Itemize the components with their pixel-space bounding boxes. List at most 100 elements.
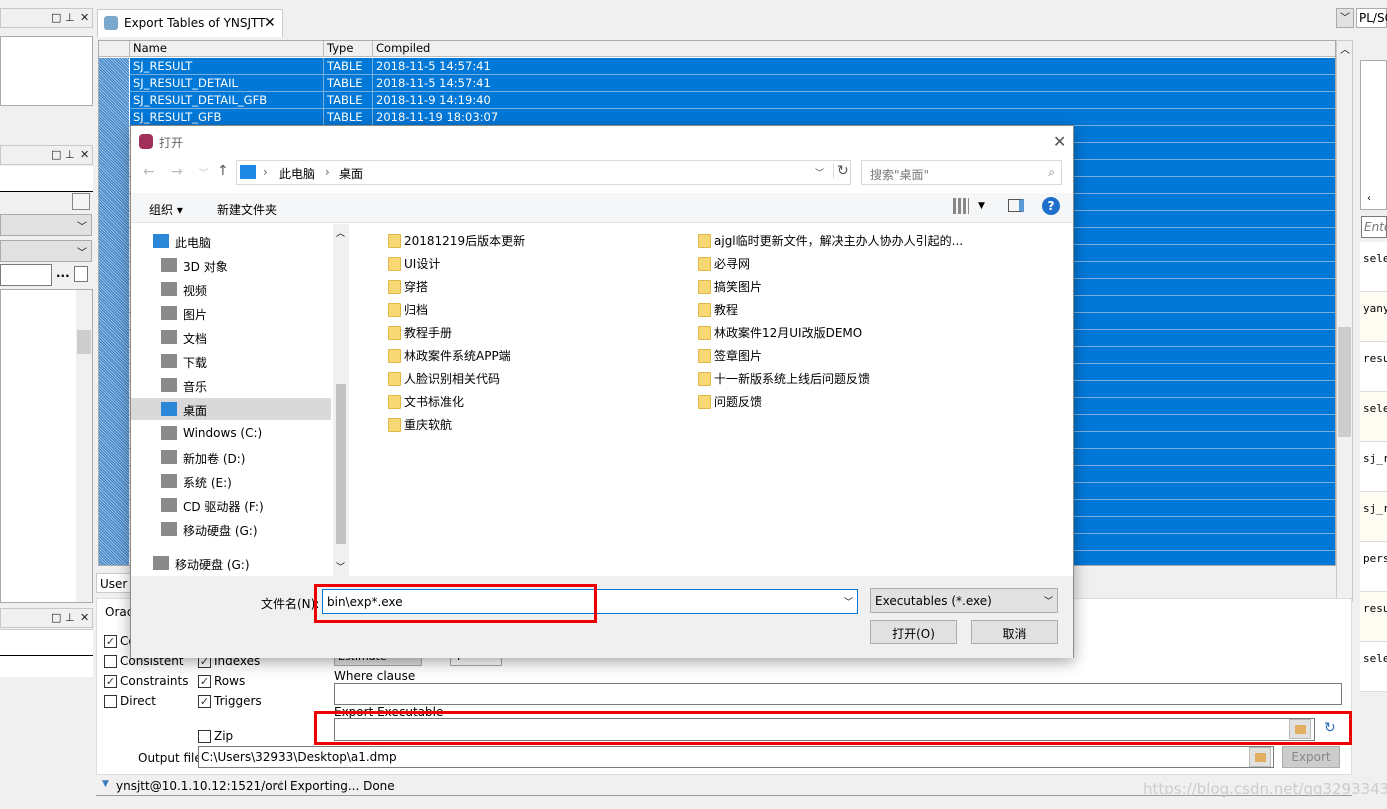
- filter-input[interactable]: [0, 264, 52, 286]
- nav-item[interactable]: 移动硬盘 (G:): [131, 552, 331, 574]
- close-icon[interactable]: ✕: [1053, 132, 1066, 151]
- toggle-button[interactable]: [72, 193, 90, 210]
- checkbox-box[interactable]: [104, 655, 117, 668]
- folder-item[interactable]: 重庆软航: [388, 414, 452, 434]
- caret-down-icon[interactable]: ▼: [102, 779, 109, 789]
- maximize-icon[interactable]: □: [51, 148, 61, 161]
- sql-filter-input[interactable]: Ente: [1361, 216, 1387, 238]
- cell-compiled[interactable]: 2018-11-5 14:57:41: [373, 58, 1335, 74]
- cell-name[interactable]: SJ_RESULT_DETAIL_GFB: [130, 92, 324, 108]
- pin-icon[interactable]: ⊥: [65, 611, 75, 624]
- folder-item[interactable]: 问题反馈: [698, 391, 762, 411]
- nav-item[interactable]: 此电脑: [131, 230, 331, 252]
- dropdown[interactable]: ﹀: [0, 214, 92, 236]
- row-header[interactable]: [99, 58, 129, 75]
- scrollbar[interactable]: [76, 290, 92, 602]
- folder-item[interactable]: 签章图片: [698, 345, 762, 365]
- cell-type[interactable]: TABLE: [324, 92, 373, 108]
- new-icon[interactable]: [74, 266, 88, 282]
- table-row[interactable]: SJ_RESULT_DETAIL_GFB TABLE 2018-11-9 14:19…: [99, 92, 1335, 109]
- row-header[interactable]: [99, 398, 129, 415]
- ellipsis-button[interactable]: ...: [56, 266, 70, 280]
- chevron-down-icon[interactable]: ﹀: [1044, 594, 1053, 607]
- table-row[interactable]: SJ_RESULT TABLE 2018-11-5 14:57:41: [99, 58, 1335, 75]
- row-header[interactable]: [99, 534, 129, 551]
- chevron-left-icon[interactable]: ‹: [1367, 193, 1371, 204]
- nav-scrollbar[interactable]: ︿ ﹀: [333, 224, 349, 576]
- sql-history-item[interactable]: sj_r: [1360, 442, 1387, 492]
- output-file-input[interactable]: C:\Users\32933\Desktop\a1.dmp: [198, 746, 1274, 768]
- folder-item[interactable]: 教程手册: [388, 322, 452, 342]
- breadcrumb-item[interactable]: 此电脑: [279, 165, 315, 182]
- row-header[interactable]: [99, 364, 129, 381]
- nav-item[interactable]: 桌面: [131, 398, 331, 420]
- folder-item[interactable]: 归档: [388, 299, 428, 319]
- folder-item[interactable]: 搞笑图片: [698, 276, 762, 296]
- nav-item[interactable]: 音乐: [131, 374, 331, 396]
- help-icon[interactable]: ?: [1042, 197, 1060, 215]
- sql-history-item[interactable]: yany: [1360, 292, 1387, 342]
- checkbox-box[interactable]: [198, 730, 211, 743]
- nav-item[interactable]: CD 驱动器 (F:): [131, 494, 331, 516]
- tab-export-tables[interactable]: Export Tables of YNSJTT ✕: [97, 9, 283, 37]
- scrollbar-thumb[interactable]: [1338, 327, 1351, 437]
- folder-item[interactable]: 教程: [698, 299, 738, 319]
- row-header[interactable]: [99, 449, 129, 466]
- cell-compiled[interactable]: 2018-11-19 18:03:07: [373, 109, 1335, 125]
- folder-item[interactable]: 20181219后版本更新: [388, 230, 525, 250]
- row-header[interactable]: [99, 177, 129, 194]
- row-header[interactable]: [99, 296, 129, 313]
- sql-history-item[interactable]: resu: [1360, 592, 1387, 642]
- column-header-compiled[interactable]: Compiled: [373, 41, 1335, 57]
- nav-item[interactable]: 视频: [131, 278, 331, 300]
- refresh-icon[interactable]: ↻: [833, 163, 849, 179]
- row-header[interactable]: [99, 432, 129, 449]
- sql-history-item[interactable]: pers: [1360, 542, 1387, 592]
- close-icon[interactable]: ✕: [80, 11, 89, 24]
- row-header[interactable]: [99, 126, 129, 143]
- organize-button[interactable]: 组织 ▾: [149, 201, 183, 218]
- checkbox-box[interactable]: [104, 695, 117, 708]
- export-button[interactable]: Export: [1282, 746, 1340, 768]
- chevron-down-icon[interactable]: ﹀: [199, 166, 208, 179]
- folder-item[interactable]: UI设计: [388, 253, 440, 273]
- checkbox-rows[interactable]: ✓ Rows: [198, 674, 245, 690]
- pin-icon[interactable]: ⊥: [65, 11, 75, 24]
- where-input[interactable]: [334, 683, 1342, 705]
- folder-icon[interactable]: [1249, 747, 1271, 767]
- row-header[interactable]: [99, 500, 129, 517]
- row-header[interactable]: [99, 245, 129, 262]
- checkbox-zip[interactable]: Zip: [198, 729, 233, 745]
- caret-down-icon[interactable]: ▼: [978, 201, 985, 211]
- new-folder-button[interactable]: 新建文件夹: [217, 201, 277, 218]
- close-icon[interactable]: ✕: [80, 611, 89, 624]
- address-bar[interactable]: › 此电脑 › 桌面 ﹀ ↻: [236, 160, 851, 185]
- sql-history-item[interactable]: sele: [1360, 642, 1387, 692]
- checkbox-triggers[interactable]: ✓ Triggers: [198, 694, 262, 710]
- cell-name[interactable]: SJ_RESULT_DETAIL: [130, 75, 324, 91]
- row-header[interactable]: [99, 551, 129, 565]
- nav-item[interactable]: 移动硬盘 (G:): [131, 518, 331, 540]
- folder-item[interactable]: 穿搭: [388, 276, 428, 296]
- close-icon[interactable]: ✕: [80, 148, 89, 161]
- open-button[interactable]: 打开(O): [870, 620, 957, 644]
- right-panel-tab[interactable]: PL/SQ: [1356, 8, 1387, 28]
- cell-name[interactable]: SJ_RESULT: [130, 58, 324, 74]
- close-icon[interactable]: ✕: [264, 15, 276, 31]
- tab-user[interactable]: User: [96, 573, 132, 593]
- row-header[interactable]: [99, 415, 129, 432]
- connection-status[interactable]: ynsjtt@10.1.10.12:1521/orcl: [116, 779, 287, 793]
- row-header[interactable]: [99, 194, 129, 211]
- folder-item[interactable]: 林政案件系统APP端: [388, 345, 511, 365]
- file-list[interactable]: 20181219后版本更新 UI设计 穿搭 归档 教程手册 林政案件系统APP端 人脸识别相…: [351, 224, 1073, 576]
- sql-history-item[interactable]: sele: [1360, 242, 1387, 292]
- nav-item[interactable]: 系统 (E:): [131, 470, 331, 492]
- sql-history-item[interactable]: sj_r: [1360, 492, 1387, 542]
- row-header[interactable]: [99, 517, 129, 534]
- folder-item[interactable]: 十一新版系统上线后问题反馈: [698, 368, 870, 388]
- chevron-down-icon[interactable]: ﹀: [815, 166, 824, 179]
- cell-type[interactable]: TABLE: [324, 58, 373, 74]
- nav-item[interactable]: Windows (C:): [131, 422, 331, 444]
- table-row[interactable]: SJ_RESULT_DETAIL TABLE 2018-11-5 14:57:41: [99, 75, 1335, 92]
- row-header[interactable]: [99, 143, 129, 160]
